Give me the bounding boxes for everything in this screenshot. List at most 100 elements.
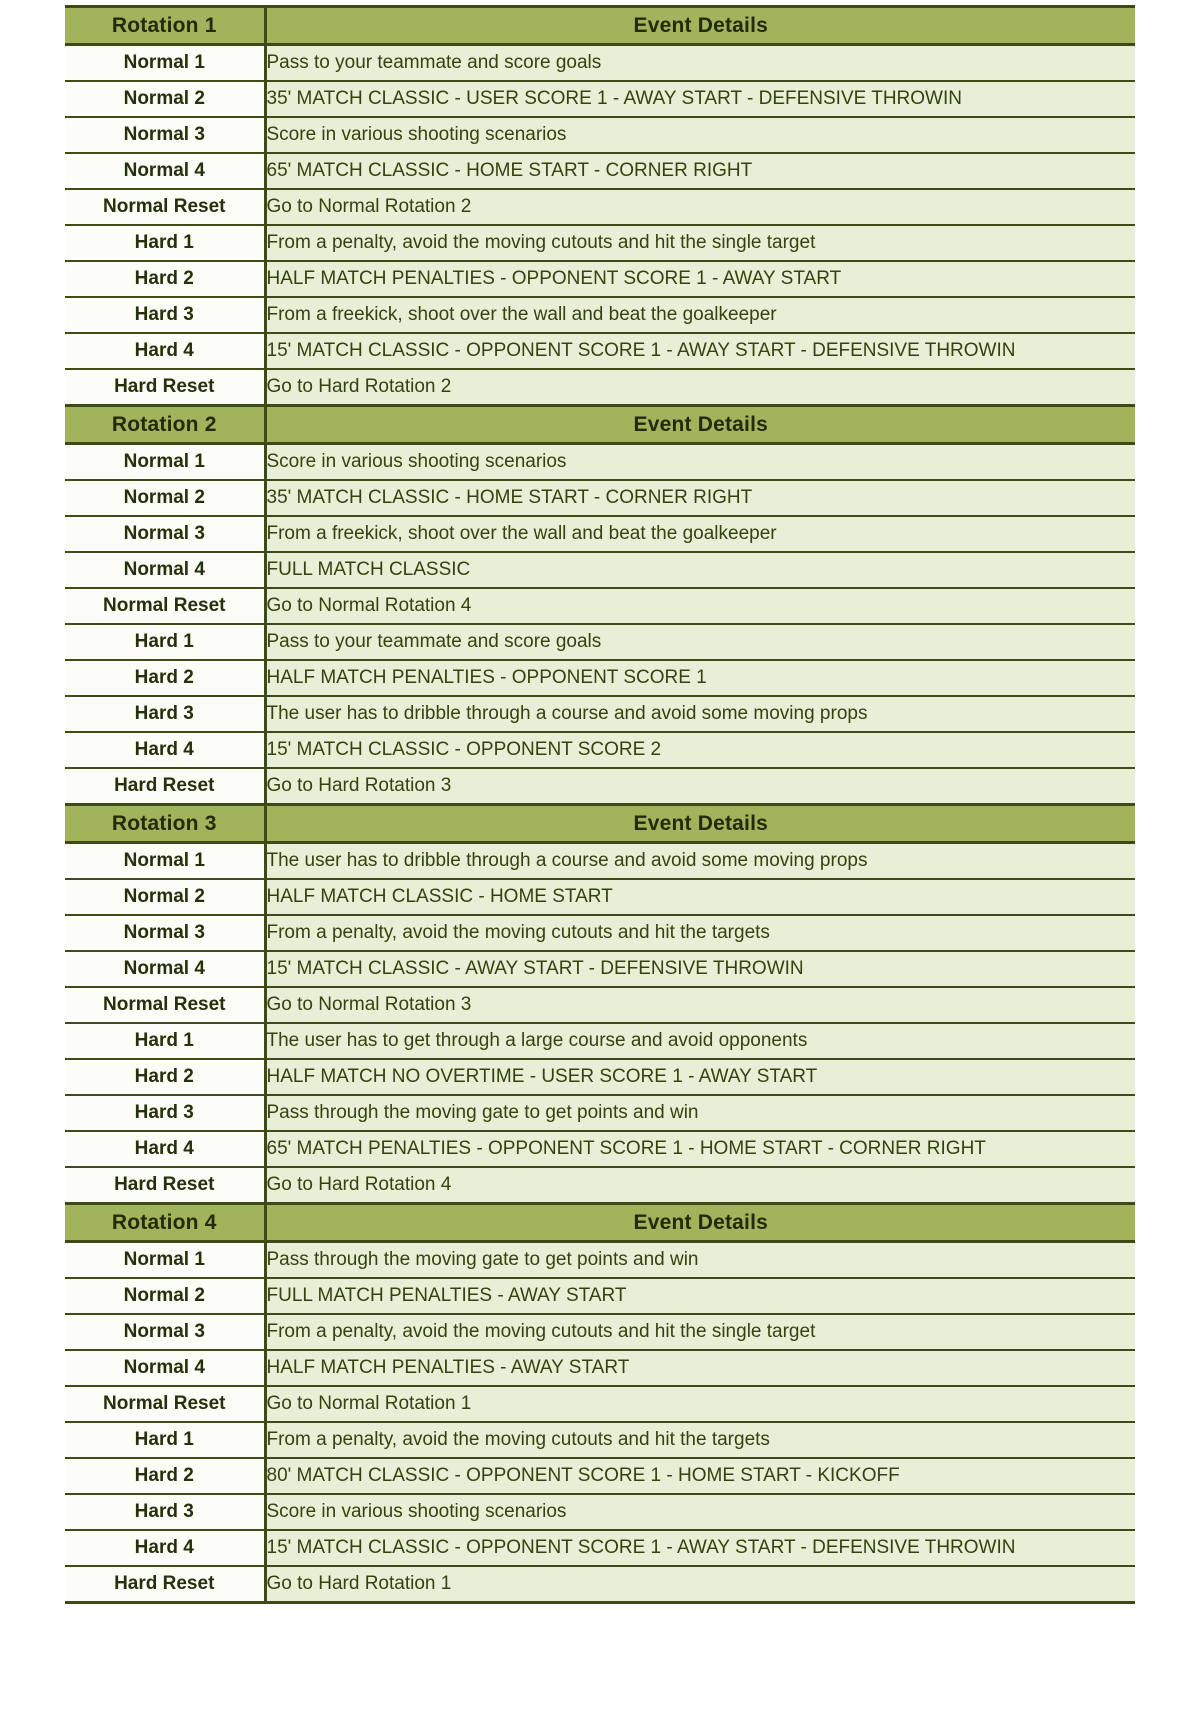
row-detail-text: 35' MATCH CLASSIC - HOME START - CORNER … bbox=[266, 487, 753, 508]
row-label-text: Hard 3 bbox=[134, 304, 194, 325]
row-label-cell: Normal 2 bbox=[65, 80, 267, 118]
table-row: Hard 3 From a freekick, shoot over the wa… bbox=[65, 296, 1135, 334]
row-detail-text: HALF MATCH PENALTIES - AWAY START bbox=[266, 1357, 630, 1378]
row-detail-cell: Score in various shooting scenarios bbox=[265, 116, 1135, 154]
table-row: Normal 3 From a freekick, shoot over the … bbox=[65, 515, 1135, 553]
row-label-cell: Normal Reset bbox=[65, 986, 267, 1024]
section-header-label: Rotation 3 bbox=[65, 803, 267, 844]
row-detail-text: 65' MATCH PENALTIES - OPPONENT SCORE 1 -… bbox=[266, 1138, 986, 1159]
row-detail-cell: 15' MATCH CLASSIC - OPPONENT SCORE 2 bbox=[265, 731, 1135, 769]
table-row: Hard 3 Score in various shooting scenario… bbox=[65, 1493, 1135, 1531]
row-label-text: Hard 4 bbox=[134, 1537, 194, 1558]
table-row: Hard 1 The user has to get through a larg… bbox=[65, 1022, 1135, 1060]
row-detail-text: 15' MATCH CLASSIC - AWAY START - DEFENSI… bbox=[266, 958, 804, 979]
row-detail-text: The user has to get through a large cour… bbox=[266, 1030, 808, 1051]
row-label-cell: Hard 3 bbox=[65, 296, 267, 334]
row-label-text: Normal 3 bbox=[123, 523, 205, 544]
row-detail-cell: 35' MATCH CLASSIC - USER SCORE 1 - AWAY … bbox=[265, 80, 1135, 118]
table-row: Normal Reset Go to Normal Rotation 1 bbox=[65, 1385, 1135, 1423]
row-detail-cell: Pass through the moving gate to get poin… bbox=[265, 1240, 1135, 1279]
row-label-cell: Hard 1 bbox=[65, 1421, 267, 1459]
row-detail-text: Score in various shooting scenarios bbox=[266, 451, 567, 472]
row-detail-text: The user has to dribble through a course… bbox=[266, 850, 868, 871]
table-row: Hard 4 15' MATCH CLASSIC - OPPONENT SCORE… bbox=[65, 1529, 1135, 1567]
row-label-text: Hard 4 bbox=[134, 340, 194, 361]
row-label-cell: Hard Reset bbox=[65, 368, 267, 407]
row-label-text: Normal Reset bbox=[103, 994, 226, 1015]
row-detail-cell: Go to Normal Rotation 3 bbox=[265, 986, 1135, 1024]
row-label-text: Hard 3 bbox=[134, 1501, 194, 1522]
row-label-text: Normal 3 bbox=[123, 1321, 205, 1342]
section-header-detail: Event Details bbox=[265, 5, 1135, 46]
section-header-label: Rotation 4 bbox=[65, 1202, 267, 1243]
row-label-cell: Normal 3 bbox=[65, 116, 267, 154]
row-detail-text: 15' MATCH CLASSIC - OPPONENT SCORE 1 - A… bbox=[266, 340, 1016, 361]
table-row: Normal 4 15' MATCH CLASSIC - AWAY START -… bbox=[65, 950, 1135, 988]
table-row: Normal 2 35' MATCH CLASSIC - USER SCORE 1… bbox=[65, 80, 1135, 118]
row-label-cell: Hard 4 bbox=[65, 731, 267, 769]
row-detail-text: The user has to dribble through a course… bbox=[266, 703, 868, 724]
table-row: Normal 1 The user has to dribble through … bbox=[65, 841, 1135, 880]
table-row: Normal Reset Go to Normal Rotation 4 bbox=[65, 587, 1135, 625]
row-label-cell: Normal 4 bbox=[65, 1349, 267, 1387]
row-label-text: Normal 2 bbox=[123, 88, 205, 109]
row-label-text: Normal 2 bbox=[123, 1285, 205, 1306]
table-row: Normal Reset Go to Normal Rotation 2 bbox=[65, 188, 1135, 226]
row-detail-text: 35' MATCH CLASSIC - USER SCORE 1 - AWAY … bbox=[266, 88, 963, 109]
row-detail-cell: 65' MATCH CLASSIC - HOME START - CORNER … bbox=[265, 152, 1135, 190]
table-row: Hard 1 From a penalty, avoid the moving c… bbox=[65, 224, 1135, 262]
row-detail-cell: From a freekick, shoot over the wall and… bbox=[265, 515, 1135, 553]
section-header-row: Rotation 1 Event Details bbox=[65, 5, 1135, 46]
section-header-row: Rotation 3 Event Details bbox=[65, 803, 1135, 844]
table-row: Hard Reset Go to Hard Rotation 1 bbox=[65, 1565, 1135, 1604]
row-detail-cell: 15' MATCH CLASSIC - OPPONENT SCORE 1 - A… bbox=[265, 1529, 1135, 1567]
row-label-cell: Hard 3 bbox=[65, 695, 267, 733]
row-detail-text: From a penalty, avoid the moving cutouts… bbox=[266, 232, 816, 253]
row-detail-text: Pass to your teammate and score goals bbox=[266, 52, 602, 73]
row-detail-cell: The user has to get through a large cour… bbox=[265, 1022, 1135, 1060]
table-row: Normal 1 Pass through the moving gate to … bbox=[65, 1240, 1135, 1279]
table-row: Normal 4 65' MATCH CLASSIC - HOME START -… bbox=[65, 152, 1135, 190]
row-label-text: Hard 3 bbox=[134, 703, 194, 724]
row-detail-text: HALF MATCH CLASSIC - HOME START bbox=[266, 886, 613, 907]
table-row: Normal Reset Go to Normal Rotation 3 bbox=[65, 986, 1135, 1024]
row-label-text: Normal Reset bbox=[103, 196, 226, 217]
row-label-cell: Normal 3 bbox=[65, 515, 267, 553]
row-detail-text: FULL MATCH PENALTIES - AWAY START bbox=[266, 1285, 627, 1306]
row-label-text: Hard 1 bbox=[134, 1030, 194, 1051]
row-label-text: Hard 2 bbox=[134, 667, 194, 688]
row-detail-text: 15' MATCH CLASSIC - OPPONENT SCORE 2 bbox=[266, 739, 662, 760]
row-detail-text: From a freekick, shoot over the wall and… bbox=[266, 523, 777, 544]
row-label-text: Normal 2 bbox=[123, 487, 205, 508]
row-label-text: Normal 4 bbox=[123, 958, 205, 979]
table-row: Normal 3 From a penalty, avoid the moving… bbox=[65, 1313, 1135, 1351]
row-label-text: Hard 2 bbox=[134, 1465, 194, 1486]
row-label-text: Normal Reset bbox=[103, 595, 226, 616]
sheet-container: Rotation 1 Event Details Normal 1 Pass to y… bbox=[65, 0, 1135, 1604]
section-header-row: Rotation 2 Event Details bbox=[65, 404, 1135, 445]
table-row: Normal 4 FULL MATCH CLASSIC bbox=[65, 551, 1135, 589]
row-label-cell: Normal 1 bbox=[65, 43, 267, 82]
row-label-text: Normal 3 bbox=[123, 922, 205, 943]
row-detail-text: 15' MATCH CLASSIC - OPPONENT SCORE 1 - A… bbox=[266, 1537, 1016, 1558]
row-label-cell: Hard 1 bbox=[65, 1022, 267, 1060]
table-row: Hard Reset Go to Hard Rotation 4 bbox=[65, 1166, 1135, 1205]
row-detail-text: Go to Hard Rotation 1 bbox=[266, 1573, 452, 1594]
row-detail-cell: From a penalty, avoid the moving cutouts… bbox=[265, 224, 1135, 262]
row-label-text: Hard 1 bbox=[134, 1429, 194, 1450]
table-row: Normal 1 Score in various shooting scenar… bbox=[65, 442, 1135, 481]
row-label-cell: Hard 1 bbox=[65, 623, 267, 661]
row-label-cell: Hard 1 bbox=[65, 224, 267, 262]
section-header-detail: Event Details bbox=[265, 1202, 1135, 1243]
row-label-cell: Hard 2 bbox=[65, 1058, 267, 1096]
row-detail-cell: 80' MATCH CLASSIC - OPPONENT SCORE 1 - H… bbox=[265, 1457, 1135, 1495]
row-detail-cell: HALF MATCH PENALTIES - OPPONENT SCORE 1 … bbox=[265, 260, 1135, 298]
row-detail-text: HALF MATCH NO OVERTIME - USER SCORE 1 - … bbox=[266, 1066, 818, 1087]
row-detail-cell: HALF MATCH PENALTIES - AWAY START bbox=[265, 1349, 1135, 1387]
row-label-cell: Hard 2 bbox=[65, 260, 267, 298]
row-label-text: Normal 4 bbox=[123, 559, 205, 580]
row-detail-cell: HALF MATCH PENALTIES - OPPONENT SCORE 1 bbox=[265, 659, 1135, 697]
row-detail-text: Go to Normal Rotation 3 bbox=[266, 994, 472, 1015]
row-label-cell: Normal 4 bbox=[65, 551, 267, 589]
row-label-text: Hard Reset bbox=[114, 775, 215, 796]
